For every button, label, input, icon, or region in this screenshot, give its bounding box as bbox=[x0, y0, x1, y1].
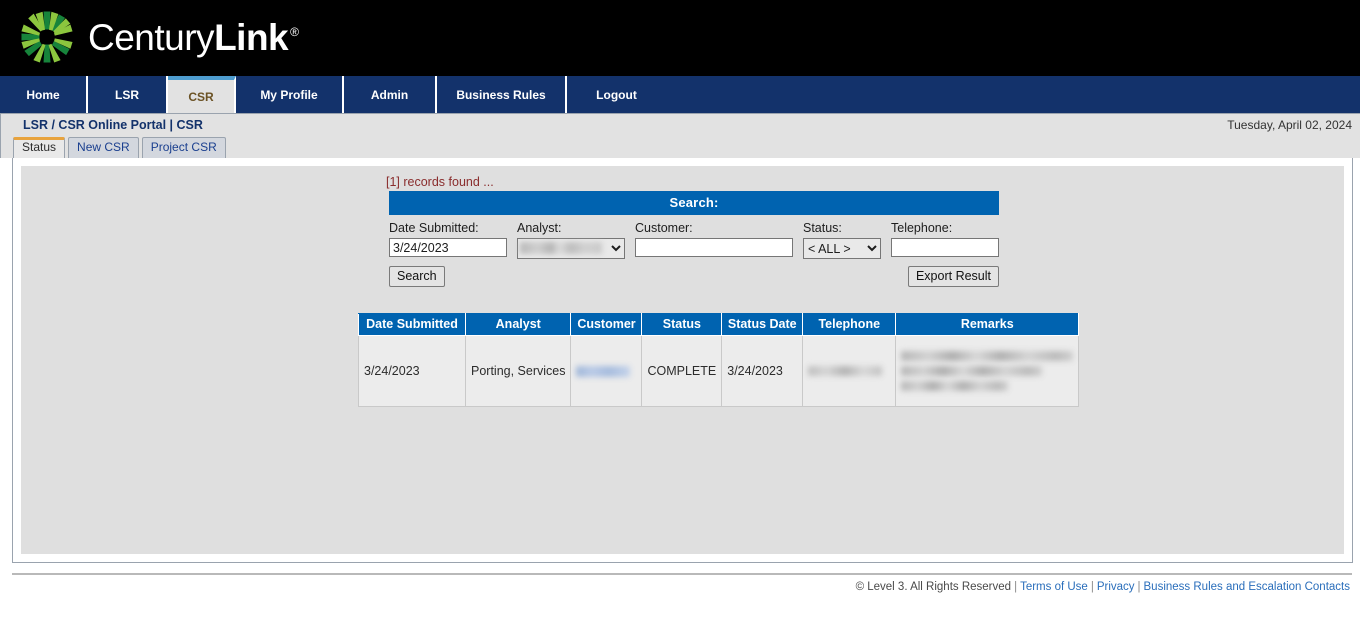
customer-input[interactable] bbox=[635, 238, 793, 257]
cell-status-date: 3/24/2023 bbox=[721, 335, 804, 407]
analyst-select-wrap bbox=[517, 238, 625, 259]
nav-label: Business Rules bbox=[456, 87, 546, 102]
nav-label: Logout bbox=[596, 87, 637, 102]
content-panel: [1] records found ... Search: Date Submi… bbox=[12, 158, 1353, 563]
copyright-text: © Level 3. All Rights Reserved bbox=[855, 581, 1012, 593]
remarks-redaction-line bbox=[901, 381, 1008, 391]
results-table: Date Submitted Analyst Customer Status S… bbox=[358, 313, 1080, 407]
customer-redaction-overlay bbox=[576, 365, 631, 377]
nav-item-business-rules[interactable]: Business Rules bbox=[437, 76, 567, 113]
nav-label: Home bbox=[26, 87, 60, 102]
table-row[interactable]: 3/24/2023 Porting, Services COMPLETE 3/2… bbox=[358, 335, 1080, 407]
cell-analyst: Porting, Services bbox=[464, 335, 572, 407]
nav-item-lsr[interactable]: LSR bbox=[88, 76, 168, 113]
status-label: Status: bbox=[803, 221, 842, 235]
field-analyst: Analyst: bbox=[517, 221, 625, 259]
footer-link-business-rules-escalation[interactable]: Business Rules and Escalation Contacts bbox=[1144, 581, 1350, 593]
tab-label: Status bbox=[22, 140, 57, 154]
col-status-date[interactable]: Status Date bbox=[721, 313, 804, 336]
search-button[interactable]: Search bbox=[389, 266, 445, 287]
col-date-submitted[interactable]: Date Submitted bbox=[358, 313, 466, 336]
field-status: Status: < ALL > bbox=[803, 221, 881, 259]
brand-logo[interactable]: CenturyLink ® bbox=[18, 8, 299, 66]
tab-label: Project CSR bbox=[150, 140, 217, 154]
date-submitted-label: Date Submitted: bbox=[389, 221, 479, 235]
footer-link-terms-of-use[interactable]: Terms of Use bbox=[1020, 581, 1088, 593]
content-surface: [1] records found ... Search: Date Submi… bbox=[21, 166, 1344, 554]
search-actions-row: Search Export Result bbox=[389, 266, 999, 287]
col-remarks[interactable]: Remarks bbox=[895, 313, 1080, 336]
brand-name-light: Century bbox=[88, 16, 215, 58]
breadcrumb[interactable]: LSR / CSR Online Portal | CSR bbox=[23, 118, 203, 132]
registered-mark: ® bbox=[290, 24, 299, 39]
tab-project-csr[interactable]: Project CSR bbox=[141, 137, 226, 158]
status-select[interactable]: < ALL > bbox=[803, 238, 881, 259]
nav-label: Admin bbox=[370, 87, 409, 102]
tab-label: New CSR bbox=[77, 140, 130, 154]
nav-item-my-profile[interactable]: My Profile bbox=[236, 76, 344, 113]
cell-date-submitted: 3/24/2023 bbox=[358, 335, 466, 407]
nav-item-csr[interactable]: CSR bbox=[168, 76, 236, 113]
footer-separator: | bbox=[1014, 581, 1018, 593]
current-date: Tuesday, April 02, 2024 bbox=[1227, 118, 1352, 132]
telephone-input[interactable] bbox=[891, 238, 999, 257]
nav-item-home[interactable]: Home bbox=[0, 76, 88, 113]
results-table-body: 3/24/2023 Porting, Services COMPLETE 3/2… bbox=[358, 335, 1080, 407]
footer-separator: | bbox=[1090, 581, 1094, 593]
customer-label: Customer: bbox=[635, 221, 693, 235]
telephone-label: Telephone: bbox=[891, 221, 953, 235]
brand-wordmark: CenturyLink ® bbox=[88, 16, 299, 58]
date-submitted-input[interactable] bbox=[389, 238, 507, 257]
analyst-select[interactable] bbox=[517, 238, 625, 259]
col-telephone[interactable]: Telephone bbox=[802, 313, 897, 336]
col-status[interactable]: Status bbox=[641, 313, 723, 336]
field-telephone: Telephone: bbox=[891, 221, 999, 257]
records-found-message: [1] records found ... bbox=[386, 175, 494, 189]
export-result-button[interactable]: Export Result bbox=[907, 266, 999, 287]
subtab-bar: Status New CSR Project CSR bbox=[0, 136, 1360, 158]
cell-status: COMPLETE bbox=[641, 335, 723, 407]
nav-label: CSR bbox=[188, 89, 214, 104]
cell-customer bbox=[570, 335, 643, 407]
nav-filler bbox=[666, 76, 1360, 113]
brand-name-bold: Link bbox=[214, 16, 289, 58]
footer: © Level 3. All Rights Reserved | Terms of … bbox=[0, 575, 1360, 593]
col-customer[interactable]: Customer bbox=[570, 313, 643, 336]
remarks-redaction-line bbox=[901, 366, 1043, 376]
breadcrumb-row: LSR / CSR Online Portal | CSR Tuesday, A… bbox=[0, 114, 1360, 136]
telephone-redaction-overlay bbox=[808, 366, 883, 376]
table-header-row: Date Submitted Analyst Customer Status S… bbox=[358, 313, 1080, 336]
footer-separator: | bbox=[1137, 581, 1141, 593]
nav-label: LSR bbox=[115, 87, 139, 102]
search-fields-row: Date Submitted: Analyst: Customer: bbox=[389, 221, 999, 259]
footer-link-privacy[interactable]: Privacy bbox=[1097, 581, 1135, 593]
search-panel-title: Search: bbox=[389, 191, 999, 215]
cell-telephone bbox=[802, 335, 897, 407]
tab-status[interactable]: Status bbox=[13, 137, 66, 158]
nav-label: My Profile bbox=[260, 87, 318, 102]
nav-item-admin[interactable]: Admin bbox=[344, 76, 437, 113]
header-band: CenturyLink ® bbox=[0, 0, 1360, 76]
main-navigation: Home LSR CSR My Profile Admin Business R… bbox=[0, 76, 1360, 114]
field-date-submitted: Date Submitted: bbox=[389, 221, 507, 257]
tab-new-csr[interactable]: New CSR bbox=[68, 137, 139, 158]
remarks-redaction-line bbox=[901, 351, 1074, 361]
col-analyst[interactable]: Analyst bbox=[464, 313, 572, 336]
search-panel: Search: Date Submitted: Analyst: bbox=[389, 191, 999, 287]
centurylink-sunburst-logo-icon bbox=[18, 8, 76, 66]
field-customer: Customer: bbox=[635, 221, 793, 257]
nav-item-logout[interactable]: Logout bbox=[567, 76, 666, 113]
analyst-label: Analyst: bbox=[517, 221, 562, 235]
results-table-head: Date Submitted Analyst Customer Status S… bbox=[358, 313, 1080, 336]
cell-remarks bbox=[895, 335, 1080, 407]
